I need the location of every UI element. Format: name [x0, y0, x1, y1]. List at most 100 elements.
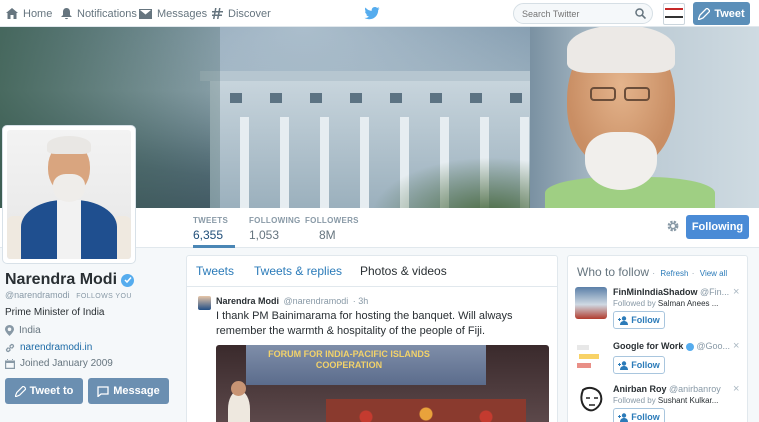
nav-home-label: Home	[23, 7, 53, 20]
building-window	[310, 93, 322, 103]
suggestion-name-row: Google for Work @Goo...	[613, 341, 733, 351]
tab-tweets-replies[interactable]: Tweets & replies	[254, 264, 342, 278]
message-label: Message	[113, 385, 160, 397]
follow-button[interactable]: Follow	[613, 356, 665, 374]
tweet-timestamp[interactable]: · 3h	[353, 296, 369, 306]
suggestion-handle[interactable]: @Fin...	[700, 287, 729, 297]
nav-discover-label: Discover	[228, 7, 271, 20]
google-work-logo	[577, 345, 599, 368]
stat-label: FOLLOWING	[249, 216, 301, 225]
building-window	[230, 93, 242, 103]
profile-avatar[interactable]	[2, 125, 136, 264]
stat-value: 6,355	[193, 228, 224, 242]
verified-badge-icon	[685, 342, 694, 351]
stat-value: 8M	[319, 228, 336, 242]
profile-website[interactable]: narendramodi.in	[5, 342, 92, 353]
following-button[interactable]: Following	[686, 215, 749, 239]
link-icon	[5, 343, 15, 352]
building-window	[390, 93, 402, 103]
building-window	[470, 93, 482, 103]
suggestion-name[interactable]: FinMinIndiaShadow	[613, 287, 698, 297]
location-pin-icon	[5, 325, 14, 336]
envelope-icon	[139, 8, 152, 19]
stat-following[interactable]: FOLLOWING 1,053	[249, 208, 301, 248]
stat-tweets[interactable]: TWEETS 6,355	[193, 208, 235, 248]
profile-bio: Prime Minister of India	[5, 307, 105, 318]
profile-website-link[interactable]: narendramodi.in	[20, 342, 92, 353]
calendar-icon	[5, 358, 15, 369]
nav-notifications-label: Notifications	[77, 7, 137, 20]
follow-button[interactable]: Follow	[613, 311, 665, 329]
suggestion-followed-by: Followed by Salman Anees ...	[613, 299, 739, 308]
home-icon	[6, 8, 18, 19]
suggestion-item: Google for Work @Goo... Follow ×	[568, 340, 747, 385]
tweet-author-name[interactable]: Narendra Modi	[216, 296, 279, 306]
suggestion-name[interactable]: Anirban Roy	[613, 384, 667, 394]
view-all-link[interactable]: View all	[700, 269, 727, 278]
banner-portrait-glasses	[624, 87, 650, 101]
followed-by-prefix: Followed by	[613, 396, 656, 405]
tab-tweets[interactable]: Tweets	[196, 264, 234, 278]
sketch-portrait	[580, 387, 603, 412]
profile-handle-row: @narendramodi FOLLOWS YOU	[5, 290, 132, 300]
dismiss-icon[interactable]: ×	[733, 286, 739, 298]
suggestion-avatar[interactable]	[575, 287, 607, 319]
add-user-icon	[618, 412, 629, 422]
compose-tweet-button[interactable]: Tweet	[693, 2, 750, 25]
suggestion-avatar[interactable]	[575, 384, 607, 416]
dismiss-icon[interactable]: ×	[733, 340, 739, 352]
followed-by-name[interactable]: Sushant Kulkar...	[658, 396, 718, 405]
suggestion-handle[interactable]: @anirbanroy	[669, 384, 721, 394]
follow-button[interactable]: Follow	[613, 408, 665, 422]
suggestion-avatar[interactable]	[575, 341, 607, 373]
profile-location: India	[5, 325, 41, 336]
refresh-link[interactable]: Refresh	[660, 269, 688, 278]
search-input[interactable]	[522, 6, 632, 21]
building-column	[360, 117, 369, 208]
building-window	[270, 93, 282, 103]
profile-name-text: Narendra Modi	[5, 271, 118, 288]
timeline-panel: Tweets Tweets & replies Photos & videos …	[186, 255, 558, 422]
profile-handle[interactable]: @narendramodi	[5, 290, 70, 300]
bell-icon	[61, 7, 72, 19]
tweet-media-photo[interactable]: FORUM FOR INDIA-PACIFIC ISLANDS COOPERAT…	[216, 345, 549, 422]
who-to-follow-title: Who to follow	[577, 265, 650, 279]
tweet-item[interactable]: Narendra Modi @narendramodi · 3h I thank…	[187, 287, 557, 422]
twitter-bird-logo[interactable]	[364, 5, 380, 21]
tweet-text: I thank PM Bainimarama for hosting the b…	[216, 310, 513, 337]
suggestion-name[interactable]: Google for Work	[613, 341, 683, 351]
gear-icon[interactable]	[666, 219, 680, 233]
tweet-to-label: Tweet to	[29, 385, 74, 397]
media-flowers	[326, 399, 526, 422]
header-separator: ·	[652, 269, 656, 278]
tab-photos-videos[interactable]: Photos & videos	[360, 264, 447, 278]
top-navigation-bar: Home Notifications Messages Discover Twe…	[0, 0, 759, 27]
stat-followers[interactable]: FOLLOWERS 8M	[305, 208, 359, 248]
dismiss-icon[interactable]: ×	[733, 383, 739, 395]
nav-messages[interactable]: Messages	[139, 0, 207, 27]
nav-discover[interactable]: Discover	[212, 0, 271, 27]
suggestion-item: Anirban Roy @anirbanroy Followed by Sush…	[568, 383, 747, 422]
compose-tweet-label: Tweet	[714, 7, 745, 20]
nav-notifications[interactable]: Notifications	[61, 0, 137, 27]
tweet-author-avatar[interactable]	[198, 296, 211, 310]
search-icon[interactable]	[635, 8, 646, 19]
building-column	[280, 117, 289, 208]
profile-location-text: India	[19, 325, 41, 336]
banner-portrait-hair	[567, 27, 675, 73]
add-user-icon	[618, 315, 629, 325]
message-button[interactable]: Message	[88, 378, 169, 404]
followed-by-name[interactable]: Salman Anees ...	[658, 299, 718, 308]
suggestion-handle[interactable]: @Goo...	[696, 341, 730, 351]
search-box[interactable]	[513, 3, 653, 24]
user-avatar[interactable]	[663, 3, 685, 25]
suggestion-item: FinMinIndiaShadow @Fin... Followed by Sa…	[568, 286, 747, 331]
follow-button-label: Follow	[631, 315, 660, 325]
profile-name[interactable]: Narendra Modi	[5, 271, 135, 289]
nav-home[interactable]: Home	[6, 0, 52, 27]
tweet-to-button[interactable]: Tweet to	[5, 378, 83, 404]
followed-by-prefix: Followed by	[613, 299, 656, 308]
avatar-beard	[53, 174, 85, 202]
who-to-follow-panel: Who to follow · Refresh · View all FinMi…	[567, 255, 748, 422]
tweet-author-handle[interactable]: @narendramodi	[284, 296, 349, 306]
